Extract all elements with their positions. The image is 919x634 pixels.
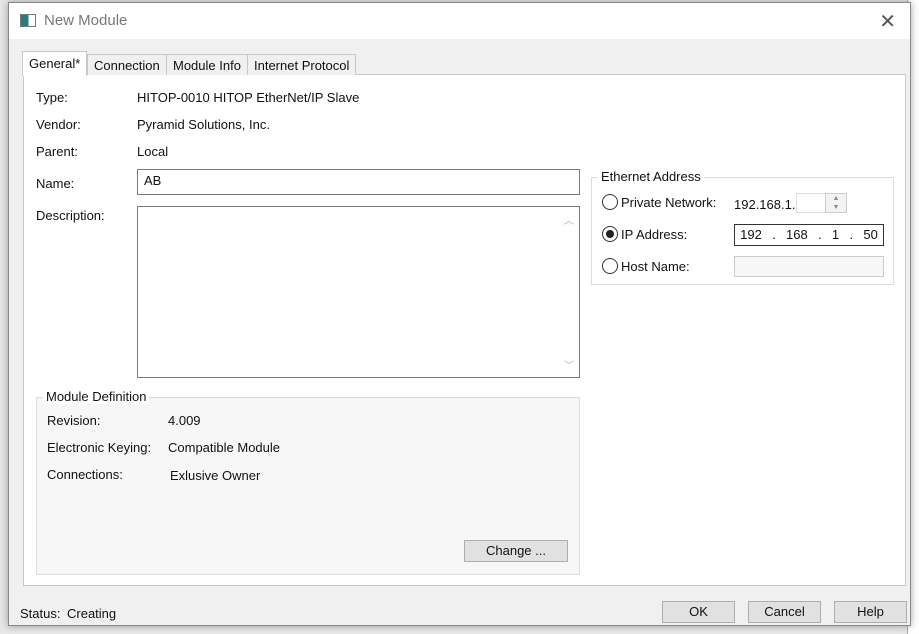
keying-label: Electronic Keying: <box>47 440 152 455</box>
cancel-button[interactable]: Cancel <box>748 601 821 623</box>
tab-general[interactable]: General* <box>22 51 88 76</box>
ip-octet-3: 1 <box>831 227 840 242</box>
description-label: Description: <box>36 208 105 223</box>
tab-connection[interactable]: Connection <box>87 54 167 75</box>
tab-internet-protocol[interactable]: Internet Protocol <box>247 54 357 75</box>
status-value: Creating <box>67 606 117 621</box>
private-network-radio[interactable] <box>602 194 618 210</box>
module-definition-title: Module Definition <box>43 389 150 404</box>
parent-label: Parent: <box>36 144 78 159</box>
change-button[interactable]: Change ... <box>464 540 568 562</box>
ip-address-radio[interactable] <box>602 226 618 242</box>
name-label: Name: <box>36 176 75 191</box>
private-network-label: Private Network: <box>621 195 717 210</box>
private-prefix: 192.168.1. <box>734 197 796 212</box>
name-input[interactable]: AB <box>137 169 580 195</box>
vendor-value: Pyramid Solutions, Inc. <box>137 117 270 132</box>
vendor-label: Vendor: <box>36 117 81 132</box>
title-bar: New Module ✕ <box>9 3 910 39</box>
module-icon <box>20 14 36 27</box>
ethernet-address-title: Ethernet Address <box>598 169 704 184</box>
keying-value: Compatible Module <box>168 440 281 455</box>
connections-value: Exlusive Owner <box>170 468 261 483</box>
host-name-input[interactable] <box>734 256 884 277</box>
host-name-label: Host Name: <box>621 259 690 274</box>
ethernet-address-group: Ethernet Address Private Network: 192.16… <box>591 169 894 285</box>
ok-button[interactable]: OK <box>662 601 735 623</box>
help-button[interactable]: Help <box>834 601 907 623</box>
parent-value: Local <box>137 144 169 159</box>
description-scrollbar[interactable]: ︿ ﹀ <box>560 208 578 376</box>
revision-value: 4.009 <box>168 413 201 428</box>
ip-address-input[interactable]: 192. 168. 1. 50 <box>734 224 884 246</box>
description-textarea[interactable]: ︿ ﹀ <box>137 206 580 378</box>
ip-address-label: IP Address: <box>621 227 688 242</box>
general-panel: Type: HITOP-0010 HITOP EtherNet/IP Slave… <box>23 74 906 586</box>
type-value: HITOP-0010 HITOP EtherNet/IP Slave <box>137 90 360 105</box>
connections-label: Connections: <box>47 467 123 482</box>
private-network-input[interactable] <box>796 193 826 213</box>
close-icon[interactable]: ✕ <box>879 9 896 34</box>
ip-octet-2: 168 <box>786 227 808 242</box>
window-title: New Module <box>44 12 128 29</box>
revision-label: Revision: <box>47 413 101 428</box>
module-definition-group: Module Definition Revision: 4.009 Electr… <box>36 389 580 575</box>
host-name-radio[interactable] <box>602 258 618 274</box>
tab-module-info[interactable]: Module Info <box>166 54 248 75</box>
private-network-spinner[interactable]: ▲ ▼ <box>825 193 847 213</box>
ip-octet-1: 192 <box>740 227 762 242</box>
new-module-dialog: New Module ✕ Type: HITOP-0010 HITOP Ethe… <box>8 2 911 626</box>
type-label: Type: <box>36 90 68 105</box>
ip-octet-4: 50 <box>863 227 878 242</box>
status-label: Status: <box>20 606 61 621</box>
